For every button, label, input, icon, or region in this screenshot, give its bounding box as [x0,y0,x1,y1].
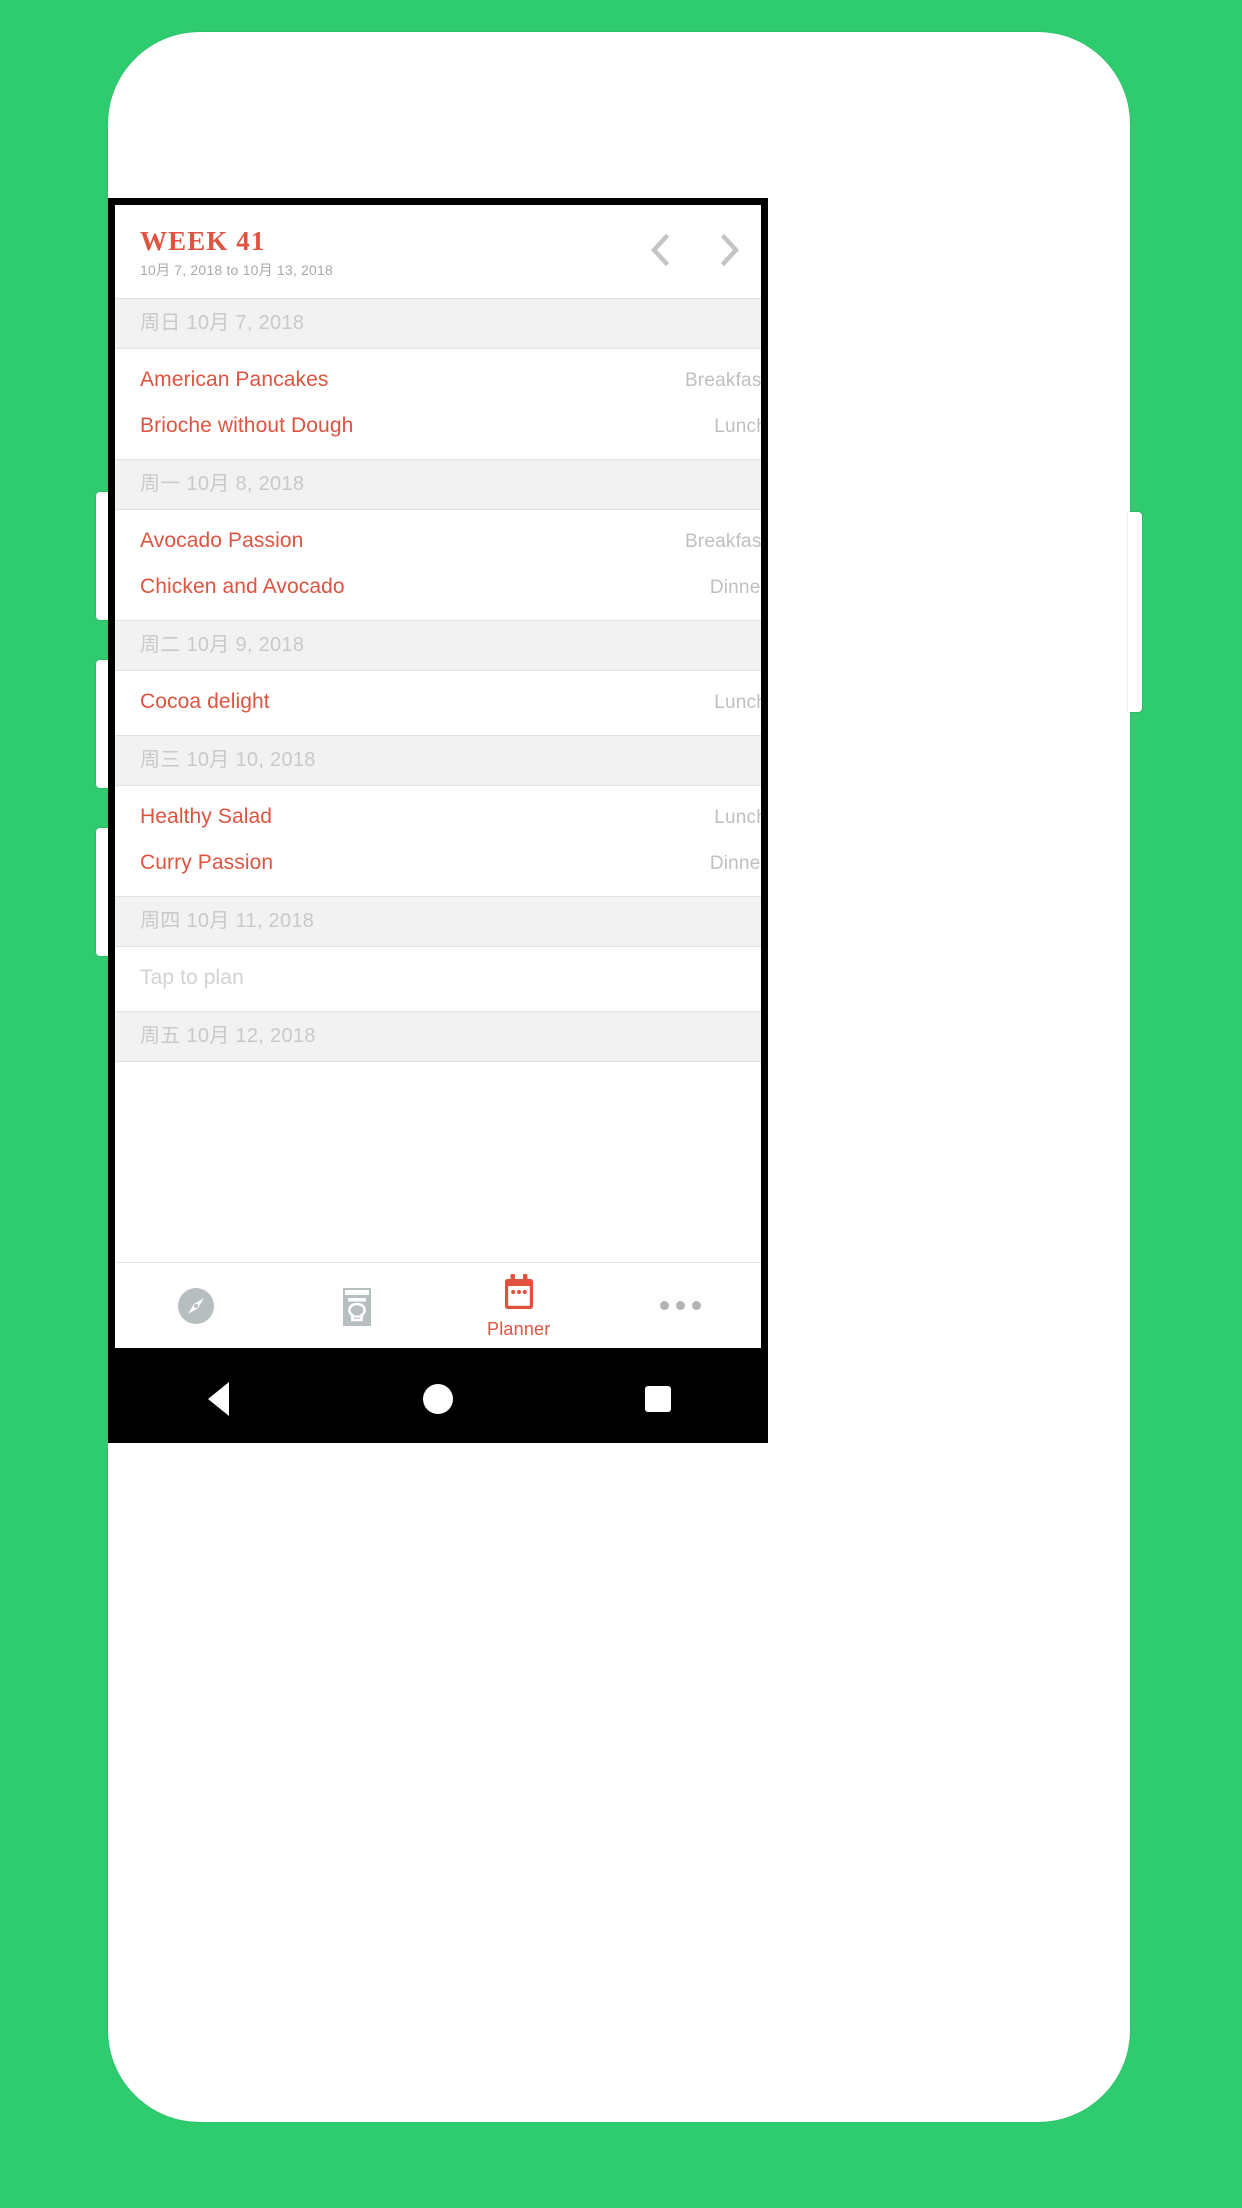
android-system-nav [108,1355,768,1443]
meal-row[interactable]: Brioche without Dough Lunch [115,403,761,449]
meal-row[interactable]: Cocoa delight Lunch [115,679,761,725]
app-header: WEEK 41 10月 7, 2018 to 10月 13, 2018 [115,205,761,299]
back-triangle-icon [207,1382,229,1416]
meal-slot-label: Lunch [714,807,761,829]
meal-group: Avocado Passion Breakfast Chicken and Avoc… [115,510,761,621]
header-text-block: WEEK 41 10月 7, 2018 to 10月 13, 2018 [140,227,333,280]
tab-planner-label: Planner [487,1318,551,1339]
meal-name: Chicken and Avocado [140,575,345,599]
chevron-left-icon [650,233,670,267]
week-navigation [645,227,761,267]
meal-row[interactable]: Chicken and Avocado Dinner [115,564,761,610]
meal-slot-label: Dinner [709,577,761,599]
meal-group: Tap to plan [115,947,761,1012]
meal-slot-label: Dinner [709,853,761,875]
calendar-icon [498,1272,540,1316]
more-icon [659,1301,701,1310]
empty-meal-slot[interactable]: Tap to plan [115,955,761,1001]
tab-explore[interactable] [115,1263,277,1348]
meal-name: Brioche without Dough [140,414,354,438]
next-week-button[interactable] [715,233,745,267]
meal-slot-label: Lunch [714,692,761,714]
chevron-right-icon [720,233,740,267]
meal-group: Cocoa delight Lunch [115,671,761,736]
day-header: 周三 10月 10, 2018 [115,735,761,787]
meal-slot-label: Breakfast [684,531,761,553]
tab-cookbook[interactable] [277,1263,439,1348]
week-date-range: 10月 7, 2018 to 10月 13, 2018 [140,262,333,279]
android-recents-button[interactable] [623,1369,693,1429]
phone-screen: WEEK 41 10月 7, 2018 to 10月 13, 2018 周日 1… [108,198,1130,1443]
day-header: 周日 10月 7, 2018 [115,298,761,350]
compass-icon [176,1286,216,1326]
meal-group: Healthy Salad Lunch Curry Passion Dinner [115,786,761,897]
meal-name: Avocado Passion [140,529,304,553]
android-home-button[interactable] [403,1369,473,1429]
tap-to-plan-label: Tap to plan [140,966,244,990]
meal-slot-label: Breakfast [684,370,761,392]
meal-group: American Pancakes Breakfast Brioche withou… [115,349,761,460]
page-title: WEEK 41 [140,226,266,256]
android-back-button[interactable] [183,1369,253,1429]
meal-name: Healthy Salad [140,805,273,829]
day-header: 周一 10月 8, 2018 [115,459,761,511]
meal-planner-app: WEEK 41 10月 7, 2018 to 10月 13, 2018 周日 1… [115,205,761,1348]
phone-frame: WEEK 41 10月 7, 2018 to 10月 13, 2018 周日 1… [96,32,1142,2122]
weekly-plan-list[interactable]: 周日 10月 7, 2018 American Pancakes Breakfast… [115,298,761,1262]
app-viewport: WEEK 41 10月 7, 2018 to 10月 13, 2018 周日 1… [108,198,768,1355]
meal-row[interactable]: Avocado Passion Breakfast [115,518,761,564]
tab-planner[interactable]: Planner [438,1263,600,1348]
meal-row[interactable]: American Pancakes Breakfast [115,357,761,403]
meal-name: Curry Passion [140,851,274,875]
tab-more[interactable] [600,1263,762,1348]
meal-slot-label: Lunch [714,416,761,438]
meal-row[interactable]: Healthy Salad Lunch [115,794,761,840]
bottom-tab-bar: Planner [115,1262,761,1348]
previous-week-button[interactable] [645,233,675,267]
home-circle-icon [423,1384,453,1414]
meal-name: American Pancakes [140,368,329,392]
power-button[interactable] [1128,512,1142,712]
meal-name: Cocoa delight [140,690,270,714]
meal-row[interactable]: Curry Passion Dinner [115,840,761,886]
day-header: 周五 10月 12, 2018 [115,1011,761,1063]
day-header: 周四 10月 11, 2018 [115,896,761,948]
recents-square-icon [645,1386,671,1412]
day-header: 周二 10月 9, 2018 [115,620,761,672]
cookbook-icon [337,1284,377,1328]
